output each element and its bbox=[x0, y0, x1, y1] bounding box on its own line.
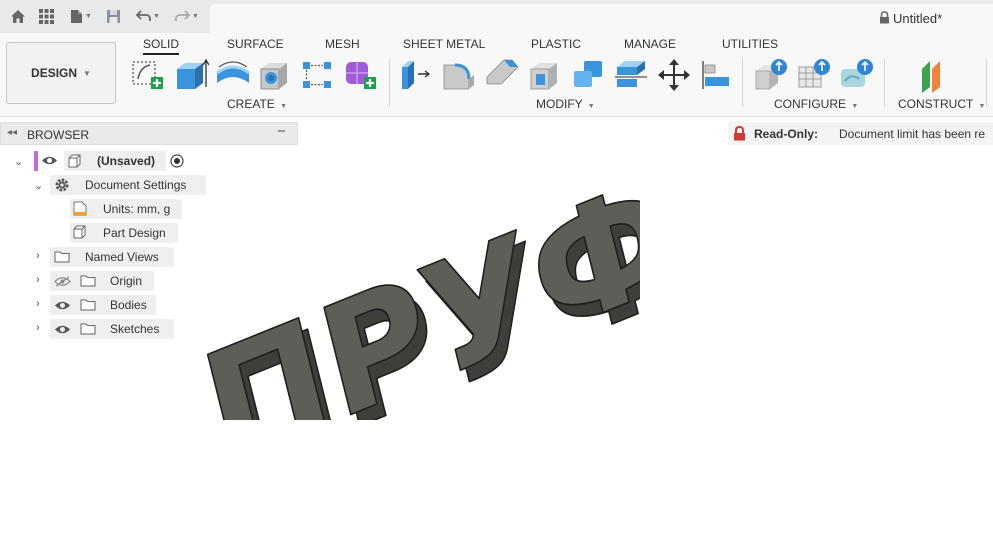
extruded-text-model[interactable]: ПРУФЫ ПРУФЫ bbox=[160, 180, 640, 420]
chevron-down-icon: ▼ bbox=[83, 68, 91, 78]
expand-arrow-icon[interactable]: › bbox=[36, 274, 40, 286]
minimize-button[interactable]: − bbox=[277, 123, 286, 140]
tab-sheet-metal[interactable]: SHEET METAL bbox=[403, 37, 485, 51]
tab-plastic[interactable]: PLASTIC bbox=[531, 37, 581, 51]
align-icon[interactable] bbox=[699, 57, 735, 93]
configuration-table-icon[interactable] bbox=[796, 57, 832, 93]
chevron-down-icon: ▼ bbox=[280, 103, 288, 110]
construct-label: CONSTRUCT bbox=[898, 97, 974, 111]
fusion-app-window: ▼ ▼ ▼ Untitled* DESIGN ▼ SOLID SURFACE M… bbox=[0, 0, 993, 557]
document-tab[interactable] bbox=[210, 4, 993, 33]
expand-arrow-icon[interactable]: › bbox=[36, 250, 40, 262]
rectangular-pattern-icon[interactable] bbox=[300, 57, 336, 93]
activate-radio-icon[interactable] bbox=[170, 154, 184, 168]
read-only-label: Read-Only: bbox=[754, 127, 819, 141]
hole-icon[interactable] bbox=[257, 57, 293, 93]
tab-surface[interactable]: SURFACE bbox=[227, 37, 284, 51]
hidden-eye-icon[interactable] bbox=[54, 276, 71, 287]
create-form-icon[interactable] bbox=[343, 57, 379, 93]
home-icon[interactable] bbox=[8, 7, 28, 25]
collapse-panel-icon[interactable]: ◂◂ bbox=[7, 127, 17, 138]
active-component-marker bbox=[34, 151, 38, 171]
component-icon bbox=[68, 154, 81, 168]
lock-icon bbox=[734, 126, 745, 141]
document-title[interactable]: Untitled* bbox=[893, 11, 942, 26]
visibility-eye-icon[interactable] bbox=[54, 324, 71, 335]
chevron-down-icon: ▼ bbox=[587, 103, 595, 110]
named-views-label: Named Views bbox=[85, 250, 159, 264]
chevron-down-icon: ▼ bbox=[192, 12, 199, 20]
toolbar-ribbon: DESIGN ▼ SOLID SURFACE MESH SHEET METAL … bbox=[0, 33, 993, 117]
tab-utilities[interactable]: UTILITIES bbox=[722, 37, 778, 51]
split-body-icon[interactable] bbox=[613, 57, 649, 93]
origin-label: Origin bbox=[110, 274, 143, 288]
modify-menu[interactable]: MODIFY ▼ bbox=[536, 97, 595, 111]
move-copy-icon[interactable] bbox=[656, 57, 692, 93]
ribbon-divider bbox=[986, 59, 987, 107]
shell-icon[interactable] bbox=[527, 57, 563, 93]
part-design-label: Part Design bbox=[103, 226, 166, 240]
ribbon-divider bbox=[742, 59, 743, 107]
configure-design-icon[interactable] bbox=[753, 57, 789, 93]
save-icon[interactable] bbox=[104, 7, 122, 25]
extrude-icon[interactable] bbox=[173, 57, 209, 93]
data-panel-grid-icon[interactable] bbox=[37, 7, 55, 25]
create-sketch-icon[interactable] bbox=[130, 57, 166, 93]
read-only-message: Document limit has been re bbox=[839, 127, 986, 141]
undo-button[interactable]: ▼ bbox=[133, 7, 163, 25]
model-top-face: ПРУФЫ bbox=[188, 180, 640, 420]
browser-panel-header: ◂◂ BROWSER − bbox=[0, 122, 298, 145]
chevron-down-icon: ▼ bbox=[851, 103, 859, 110]
folder-icon bbox=[80, 323, 96, 335]
configure-menu[interactable]: CONFIGURE ▼ bbox=[774, 97, 858, 111]
configuration-rule-icon[interactable] bbox=[839, 57, 875, 93]
press-pull-icon[interactable] bbox=[398, 57, 434, 93]
tab-solid[interactable]: SOLID bbox=[143, 37, 180, 55]
browser-title: BROWSER bbox=[27, 128, 90, 142]
redo-button[interactable]: ▼ bbox=[172, 7, 202, 25]
units-document-icon bbox=[73, 201, 87, 216]
quick-access-bar: ▼ ▼ ▼ Untitled* bbox=[0, 0, 993, 33]
tab-manage[interactable]: MANAGE bbox=[624, 37, 676, 51]
ribbon-divider bbox=[884, 59, 885, 107]
revolve-icon[interactable] bbox=[215, 57, 251, 93]
redo-icon bbox=[175, 10, 191, 21]
expand-arrow-icon[interactable]: › bbox=[36, 322, 40, 334]
collapse-arrow-icon[interactable]: ⌄ bbox=[34, 179, 43, 192]
sketches-label: Sketches bbox=[110, 322, 160, 336]
visibility-eye-icon[interactable] bbox=[54, 300, 71, 311]
gear-icon bbox=[55, 178, 69, 192]
lock-icon bbox=[880, 11, 889, 24]
combine-icon[interactable] bbox=[570, 57, 606, 93]
tab-mesh[interactable]: MESH bbox=[325, 37, 360, 51]
folder-icon bbox=[54, 251, 70, 263]
folder-icon bbox=[80, 299, 96, 311]
file-icon bbox=[71, 9, 83, 23]
read-only-banner: Read-Only: Document limit has been re bbox=[728, 122, 993, 145]
workspace-label: DESIGN bbox=[31, 66, 78, 80]
modify-label: MODIFY bbox=[536, 97, 583, 111]
chevron-down-icon: ▼ bbox=[85, 12, 92, 20]
expand-arrow-icon[interactable]: › bbox=[36, 298, 40, 310]
folder-icon bbox=[80, 275, 96, 287]
create-menu[interactable]: CREATE ▼ bbox=[227, 97, 287, 111]
file-menu-button[interactable]: ▼ bbox=[66, 7, 96, 25]
offset-plane-icon[interactable] bbox=[918, 57, 954, 93]
bodies-label: Bodies bbox=[110, 298, 147, 312]
undo-icon bbox=[136, 10, 151, 21]
chevron-down-icon: ▼ bbox=[153, 12, 160, 20]
root-node-label: (Unsaved) bbox=[97, 154, 156, 168]
chevron-down-icon: ▼ bbox=[978, 103, 986, 110]
create-label: CREATE bbox=[227, 97, 275, 111]
chamfer-icon[interactable] bbox=[484, 57, 520, 93]
workspace-switcher[interactable]: DESIGN ▼ bbox=[6, 42, 116, 104]
collapse-arrow-icon[interactable]: ⌄ bbox=[14, 155, 23, 168]
configure-label: CONFIGURE bbox=[774, 97, 846, 111]
part-design-icon bbox=[73, 225, 86, 239]
fillet-icon[interactable] bbox=[441, 57, 477, 93]
visibility-eye-icon[interactable] bbox=[41, 155, 58, 166]
construct-menu[interactable]: CONSTRUCT ▼ bbox=[898, 97, 985, 111]
ribbon-divider bbox=[389, 59, 390, 107]
